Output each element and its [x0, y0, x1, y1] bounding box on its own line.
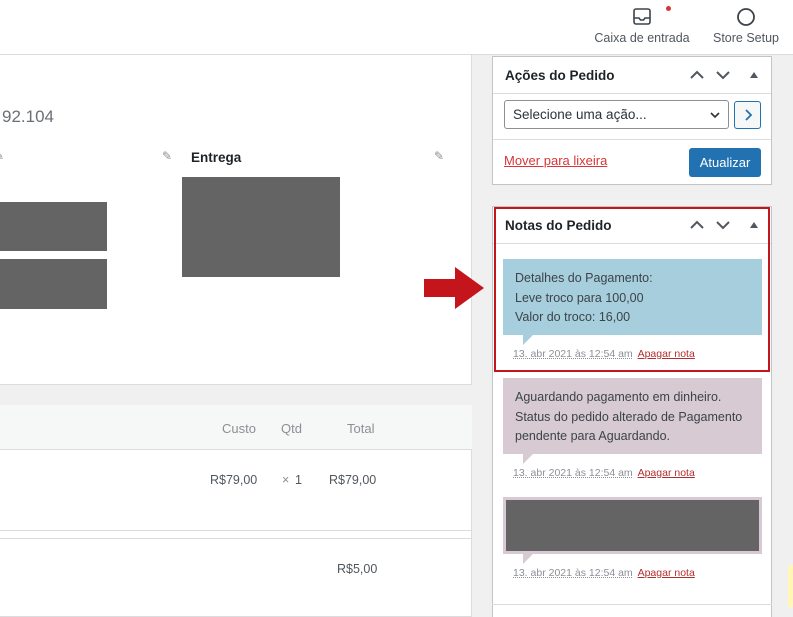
redacted-billing-block — [0, 202, 107, 251]
order-action-select-value: Selecione uma ação... — [513, 107, 647, 122]
chevron-up-icon[interactable] — [687, 65, 707, 85]
order-notes-header: Notas do Pedido — [493, 207, 771, 244]
note-meta: 13. abr 2021 às 12:54 am Apagar nota — [513, 348, 695, 360]
inbox-icon — [633, 8, 651, 25]
store-setup-button[interactable]: Store Setup — [710, 6, 782, 45]
order-actions-title: Ações do Pedido — [505, 68, 615, 83]
redacted-billing-block — [0, 259, 107, 309]
order-note — [503, 497, 762, 554]
chevron-down-icon — [710, 112, 720, 119]
delete-note-link[interactable]: Apagar nota — [638, 348, 695, 360]
circle-progress-icon — [737, 8, 755, 26]
inbox-label: Caixa de entrada — [594, 31, 690, 45]
redacted-shipping-block — [182, 177, 340, 277]
order-action-select[interactable]: Selecione uma ação... — [504, 100, 729, 129]
inbox-button[interactable]: Caixa de entrada — [590, 6, 694, 45]
item-qty: 1 — [295, 473, 302, 487]
note-line: pendente para Aguardando. — [515, 429, 670, 443]
update-button[interactable]: Atualizar — [689, 148, 761, 177]
note-line: Valor do troco: 16,00 — [515, 310, 631, 324]
chevron-right-icon — [745, 109, 753, 121]
item-cost: R$79,00 — [210, 473, 258, 487]
collapse-triangle-icon[interactable] — [744, 65, 764, 85]
divider — [0, 538, 472, 539]
delete-note-link[interactable]: Apagar nota — [638, 467, 695, 479]
edit-shipping-icon[interactable]: ✎ — [434, 149, 444, 163]
order-actions-header: Ações do Pedido — [493, 57, 771, 94]
delete-note-link[interactable]: Apagar nota — [638, 567, 695, 579]
top-bar: Caixa de entrada Store Setup — [0, 0, 793, 55]
note-tail — [523, 454, 533, 464]
edit-billing-icon[interactable]: ✎ — [0, 149, 4, 163]
move-to-trash-link[interactable]: Mover para lixeira — [504, 153, 607, 168]
chevron-down-icon[interactable] — [713, 215, 733, 235]
note-line: Status do pedido alterado de Pagamento — [515, 409, 743, 424]
chevron-down-icon[interactable] — [713, 65, 733, 85]
note-line: Leve troco para 100,00 — [515, 290, 644, 305]
apply-action-button[interactable] — [734, 101, 761, 129]
item-total: R$79,00 — [329, 473, 377, 487]
edge-marker — [788, 565, 793, 607]
chevron-up-icon[interactable] — [687, 215, 707, 235]
notification-dot — [666, 6, 671, 11]
note-timestamp: 13. abr 2021 às 12:54 am — [513, 467, 633, 479]
note-timestamp: 13. abr 2021 às 12:54 am — [513, 348, 633, 360]
note-line: Detalhes do Pagamento: — [515, 271, 653, 285]
note-meta: 13. abr 2021 às 12:54 am Apagar nota — [513, 567, 695, 579]
note-tail — [523, 335, 533, 345]
red-arrow-icon — [424, 267, 484, 309]
column-qty: Qtd — [281, 421, 302, 436]
fee-total: R$5,00 — [337, 562, 378, 576]
note-tail — [523, 554, 533, 564]
divider — [0, 530, 472, 531]
note-line: Aguardando pagamento em dinheiro. — [515, 390, 722, 404]
order-notes-title: Notas do Pedido — [505, 218, 612, 233]
order-actions-box: Ações do Pedido Selecione uma ação... Mo… — [492, 56, 772, 185]
edit-billing-icon[interactable]: ✎ — [162, 149, 172, 163]
order-note: Aguardando pagamento em dinheiro. Status… — [503, 378, 762, 454]
column-total: Total — [347, 421, 375, 436]
store-setup-label: Store Setup — [712, 31, 779, 45]
order-number: 92.104 — [2, 107, 54, 126]
note-meta: 13. abr 2021 às 12:54 am Apagar nota — [513, 467, 695, 479]
order-note: Detalhes do Pagamento: Leve troco para 1… — [503, 259, 762, 335]
order-notes-box: Notas do Pedido Detalhes do Pagamento: L… — [492, 206, 772, 617]
note-timestamp: 13. abr 2021 às 12:54 am — [513, 567, 633, 579]
redacted-note-content — [506, 500, 759, 551]
scrollbar[interactable] — [785, 56, 793, 617]
item-qty-multiplier: × — [282, 473, 290, 487]
shipping-heading: Entrega — [191, 150, 242, 165]
collapse-triangle-icon[interactable] — [744, 215, 764, 235]
divider — [492, 604, 772, 605]
column-cost: Custo — [222, 421, 256, 436]
divider — [493, 139, 771, 140]
